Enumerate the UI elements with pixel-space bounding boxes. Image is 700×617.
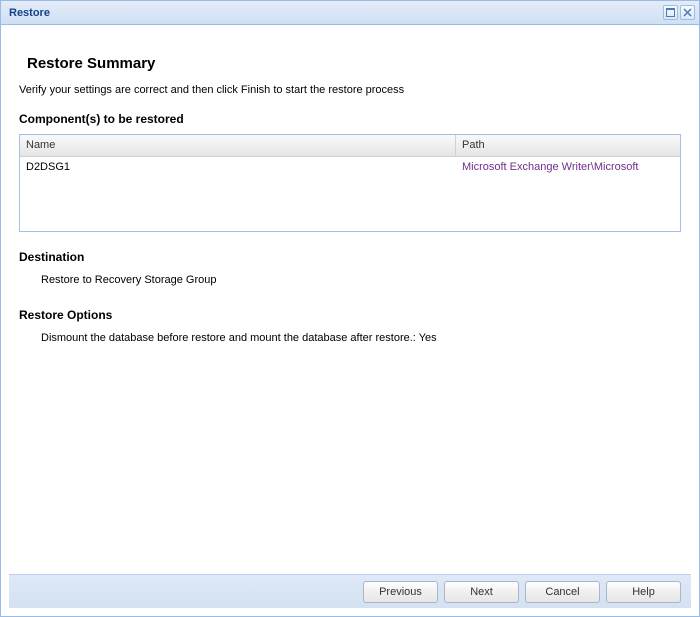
cancel-button[interactable]: Cancel xyxy=(525,581,600,603)
previous-button[interactable]: Previous xyxy=(363,581,438,603)
column-header-name[interactable]: Name xyxy=(20,135,456,157)
content: Restore Summary Verify your settings are… xyxy=(9,33,691,574)
destination-value: Restore to Recovery Storage Group xyxy=(41,274,681,286)
next-button[interactable]: Next xyxy=(444,581,519,603)
maximize-icon xyxy=(666,8,675,17)
destination-heading: Destination xyxy=(19,250,681,264)
help-button[interactable]: Help xyxy=(606,581,681,603)
window-title: Restore xyxy=(9,7,661,19)
components-heading: Component(s) to be restored xyxy=(19,112,681,126)
button-bar: Previous Next Cancel Help xyxy=(9,574,691,608)
page-title: Restore Summary xyxy=(27,55,681,72)
titlebar: Restore xyxy=(1,1,699,25)
verify-instruction: Verify your settings are correct and the… xyxy=(19,84,681,96)
maximize-button[interactable] xyxy=(663,5,678,20)
table-row[interactable]: D2DSG1 Microsoft Exchange Writer\Microso… xyxy=(20,157,680,179)
options-heading: Restore Options xyxy=(19,308,681,322)
table-header: Name Path xyxy=(20,135,680,157)
options-value: Dismount the database before restore and… xyxy=(41,332,681,344)
components-table: Name Path D2DSG1 Microsoft Exchange Writ… xyxy=(19,134,681,232)
cell-name: D2DSG1 xyxy=(20,157,456,179)
cell-path: Microsoft Exchange Writer\Microsoft xyxy=(456,157,680,179)
column-header-path[interactable]: Path xyxy=(456,135,680,157)
close-icon xyxy=(683,8,692,17)
close-button[interactable] xyxy=(680,5,695,20)
restore-window: Restore Restore Summary Verify your sett… xyxy=(0,0,700,617)
content-wrapper: Restore Summary Verify your settings are… xyxy=(1,25,699,616)
